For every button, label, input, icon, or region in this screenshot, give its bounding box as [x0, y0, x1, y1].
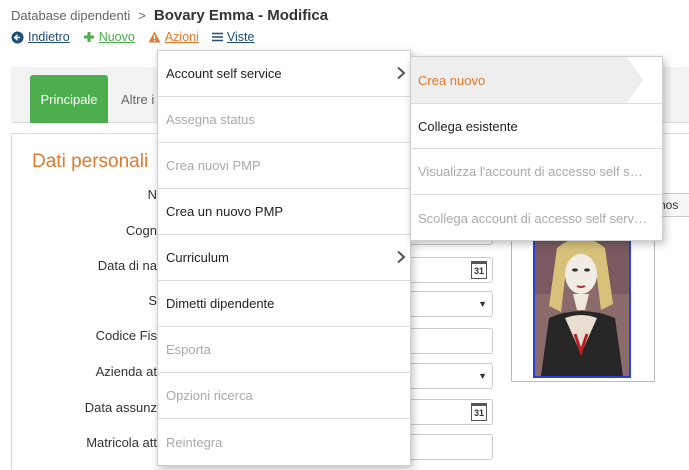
submenu-item-label: Collega esistente [418, 118, 518, 134]
menu-item-label: Assegna status [166, 112, 255, 127]
views-link[interactable]: Viste [211, 30, 255, 44]
plus-icon [83, 31, 95, 43]
tab-altre-info[interactable]: Altre i [121, 75, 154, 123]
menu-item-label: Reintegra [166, 434, 223, 450]
label-data-nascita: Data di na [97, 258, 157, 273]
menu-item-label: Curriculum [166, 250, 229, 265]
account-self-service-submenu: Crea nuovo Collega esistente Visualizza … [410, 56, 663, 241]
menu-item-label: Crea nuovi PMP [166, 158, 261, 173]
page-title: Bovary Emma - Modifica [153, 7, 329, 24]
chevron-down-icon: ▼ [478, 371, 487, 381]
menu-item-assegna-status[interactable]: Assegna status [158, 97, 410, 143]
breadcrumb: Database dipendenti > Bovary Emma - Modi… [11, 7, 328, 25]
menu-item-label: Crea un nuovo PMP [166, 204, 284, 219]
list-icon [211, 32, 223, 42]
section-title: Dati personali [32, 151, 149, 172]
submenu-item-crea-nuovo[interactable]: Crea nuovo [411, 57, 662, 103]
employee-photo [533, 232, 631, 378]
chevron-right-icon [396, 66, 406, 83]
label-azienda: Azienda at [95, 364, 157, 379]
new-link[interactable]: Nuovo [83, 30, 135, 44]
calendar-icon[interactable]: 31 [471, 403, 487, 421]
calendar-icon[interactable]: 31 [471, 261, 487, 279]
submenu-item-label: Scollega account di accesso self serv… [418, 210, 648, 226]
menu-item-label: Esporta [166, 342, 211, 357]
menu-item-label: Dimetti dipendente [166, 296, 275, 311]
menu-item-curriculum[interactable]: Curriculum [158, 235, 410, 281]
actions-link-label: Azioni [164, 30, 199, 44]
chevron-down-icon: ▼ [478, 299, 487, 309]
menu-item-account-self-service[interactable]: Account self service [158, 51, 410, 97]
badge-number-input[interactable] [403, 434, 493, 460]
back-link[interactable]: Indietro [11, 30, 70, 44]
company-select[interactable]: ▼ [403, 363, 493, 389]
label-matricola: Matricola att [86, 435, 157, 450]
menu-item-dimetti-dipendente[interactable]: Dimetti dipendente [158, 281, 410, 327]
back-link-label: Indietro [28, 30, 70, 44]
views-link-label: Viste [226, 30, 255, 44]
label-cognome: Cogn [125, 223, 157, 238]
warning-icon [148, 31, 161, 43]
new-link-label: Nuovo [98, 30, 135, 44]
breadcrumb-parent[interactable]: Database dipendenti [11, 8, 130, 23]
menu-item-crea-nuovi-pmp[interactable]: Crea nuovi PMP [158, 143, 410, 189]
submenu-item-label: Visualizza l'account di accesso self s… [418, 164, 643, 179]
label-data-assunzione: Data assunz [84, 400, 157, 415]
tax-code-input[interactable] [403, 328, 493, 354]
breadcrumb-separator: > [138, 8, 146, 23]
chevron-right-icon [396, 250, 406, 267]
menu-item-crea-nuovo-pmp[interactable]: Crea un nuovo PMP [158, 189, 410, 235]
label-sesso: S [148, 293, 157, 308]
submenu-item-visualizza-account[interactable]: Visualizza l'account di accesso self s… [411, 149, 662, 195]
label-codice-fiscale: Codice Fis [95, 328, 157, 343]
menu-item-opzioni-ricerca[interactable]: Opzioni ricerca [158, 373, 410, 419]
actions-menu: Account self service Assegna status Crea… [157, 50, 411, 466]
gender-select[interactable]: ▼ [403, 291, 493, 317]
menu-item-reintegra[interactable]: Reintegra [158, 419, 410, 465]
tab-principale[interactable]: Principale [30, 75, 108, 123]
label-nome: N [147, 187, 157, 202]
menu-item-label: Opzioni ricerca [166, 388, 253, 403]
menu-item-label: Account self service [166, 66, 282, 81]
actions-link[interactable]: Azioni [148, 30, 199, 44]
toolbar: Indietro Nuovo Azioni Viste [11, 29, 267, 45]
menu-item-esporta[interactable]: Esporta [158, 327, 410, 373]
hire-date-input[interactable]: 31 [403, 399, 493, 425]
birth-date-input[interactable]: 31 [403, 257, 493, 283]
submenu-item-scollega-account[interactable]: Scollega account di accesso self serv… [411, 195, 662, 241]
submenu-item-label: Crea nuovo [418, 72, 486, 88]
submenu-item-collega-esistente[interactable]: Collega esistente [411, 103, 662, 149]
back-arrow-icon [11, 31, 24, 44]
